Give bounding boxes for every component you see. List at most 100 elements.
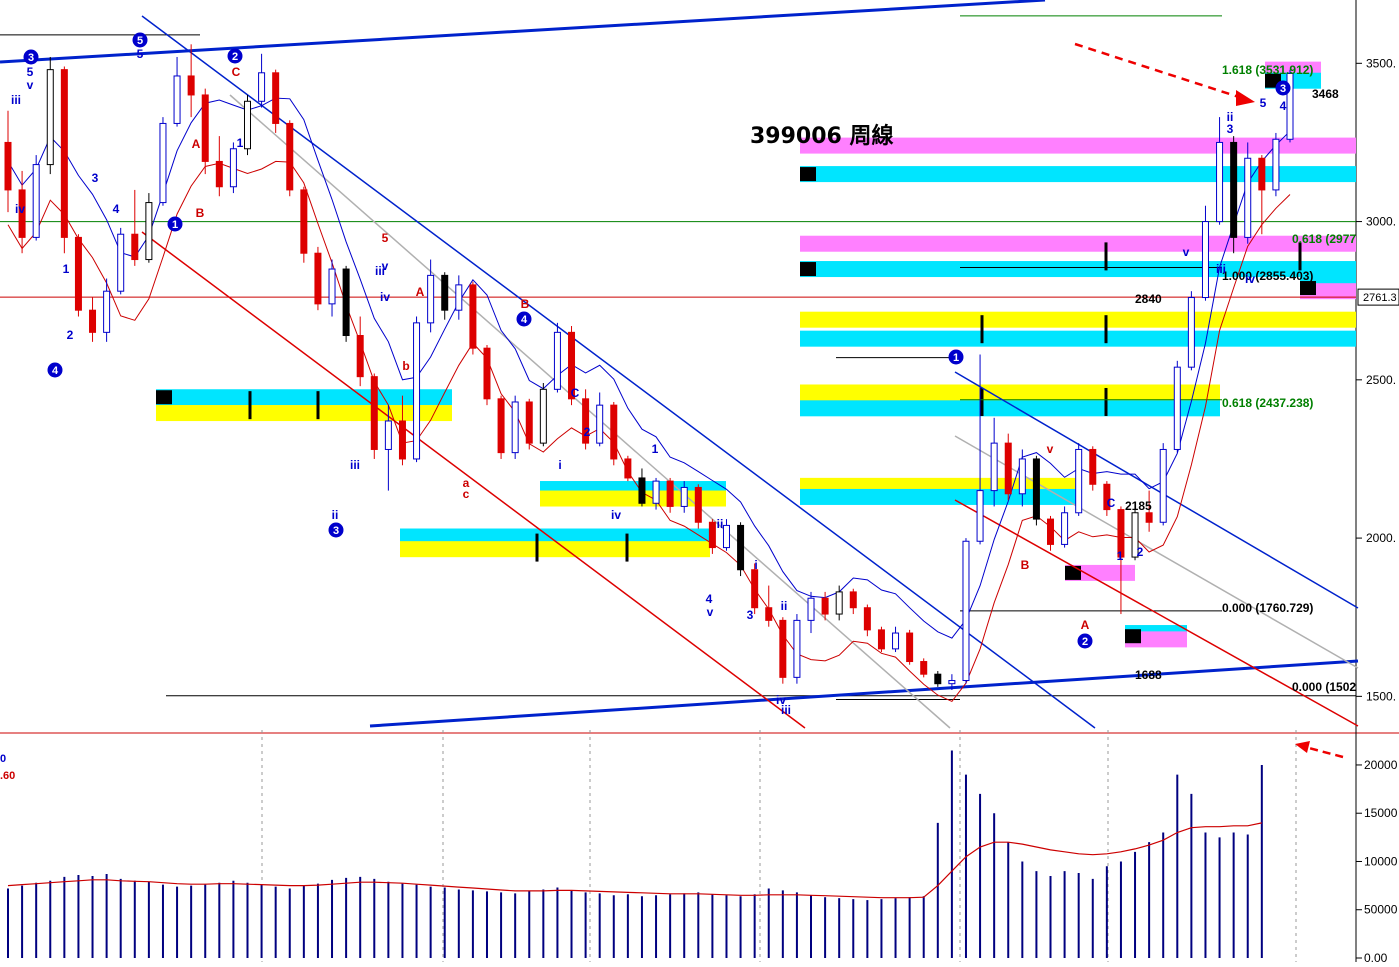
candle-body [990,442,998,492]
volume-axis-label: 50000 [1364,903,1398,917]
price-axis-label: 2000. [1366,531,1396,545]
candle-body [32,164,40,238]
candle-body [441,274,449,311]
candle-body [342,268,350,337]
candle-body [497,398,505,454]
candle-body [779,619,787,678]
candle-body [539,388,547,444]
candle-body [46,69,54,166]
volume-axis-label: 10000 [1364,854,1398,868]
price-axis-label: 3500. [1366,56,1396,70]
candle-body [849,591,857,609]
candle-body [624,458,632,479]
candle-body [103,290,111,333]
candle-body [1047,518,1055,545]
wave-label: iii [11,93,21,107]
candle-body [159,122,167,204]
candle-body [201,94,209,162]
wave-label: 2 [1137,545,1144,559]
candle-body [145,202,153,261]
candle-body [863,607,871,631]
highlight-band [400,541,710,558]
wave-label: A [192,137,201,151]
candle-body [483,347,491,400]
wave-label: B [1021,558,1030,572]
wave-label: 3 [1227,122,1234,136]
wave-label: 2 [67,328,74,342]
fib-label: 0.000 (1502 [1292,680,1356,694]
band-marker [800,167,816,182]
price-axis-label: 2500. [1366,373,1396,387]
wave-label: iii [350,458,360,472]
candle-body [666,480,674,507]
volume-legend-value: 0 [0,753,6,765]
wave-label: 1 [63,262,70,276]
volume-axis-label: 15000 [1364,806,1398,820]
candle-body [877,629,885,650]
candle-body [511,401,519,454]
candle-body [370,376,378,450]
candle-body [1159,448,1167,523]
candle-body [314,252,322,305]
candle-body [1230,141,1238,238]
candle-body [1018,458,1026,495]
candle-body [356,335,364,378]
candle-body [835,591,843,615]
wave-count-label: 3 [1280,83,1286,95]
candle-body [455,284,463,311]
candle-body [722,524,730,549]
candle-body [751,569,759,609]
candle-body [173,75,181,124]
candle-body [272,72,280,124]
candle-body [962,540,970,682]
candle-body [1244,157,1252,238]
fib-label: 0.618 (2977 [1292,232,1356,246]
wave-label: C [571,386,580,400]
candle-body [1258,157,1266,191]
candle-body [1201,221,1209,299]
candle-body [215,160,223,188]
wave-label: iv [1245,272,1255,286]
highlight-band [800,311,1356,328]
candle-body [807,597,815,621]
candle-body [1032,458,1040,520]
candle-body [976,490,984,542]
volume-axis-label: 20000 [1364,758,1398,772]
band-marker [1065,565,1081,580]
wave-label: 2 [584,425,591,439]
highlight-band [156,405,452,422]
wave-label: 3 [92,171,99,185]
candle-body [525,401,533,444]
fib-label: 0.000 (1760.729) [1222,601,1313,615]
candle-body [328,268,336,305]
wave-label: A [416,285,425,299]
fib-label: 1.000 (2855.403) [1222,269,1313,283]
candle-body [920,661,928,675]
wave-label: C [1107,496,1116,510]
candle-body [610,404,618,460]
wave-count-label: 5 [137,35,143,47]
wave-label: 5 [27,65,34,79]
wave-label: v [1183,245,1190,259]
volume-axis-label: 0.00 [1364,951,1388,962]
candle-body [4,141,12,191]
candle-body [737,524,745,571]
candle-body [793,619,801,678]
wave-label: i [558,458,561,472]
wave-label: 1 [652,442,659,456]
price-axis-label: 3000. [1366,215,1396,229]
highlight-band [800,400,1220,417]
chart-title: 399006 周線 [750,124,894,149]
candle-body [638,477,646,504]
wave-label: 5 [137,47,144,61]
wave-label: iv [611,508,621,522]
wave-label: v [382,259,389,273]
candle-body [1216,141,1224,223]
candle-body [187,75,195,96]
candle-body [553,331,561,390]
price-note: 2185 [1125,499,1152,513]
wave-label: ii [332,508,339,522]
weekly-price-chart: 1.618 (3531.912) 0.618 (2977 1.000 (2855.4… [0,0,1399,965]
wave-label: C [232,65,241,79]
wave-label: v [707,605,714,619]
